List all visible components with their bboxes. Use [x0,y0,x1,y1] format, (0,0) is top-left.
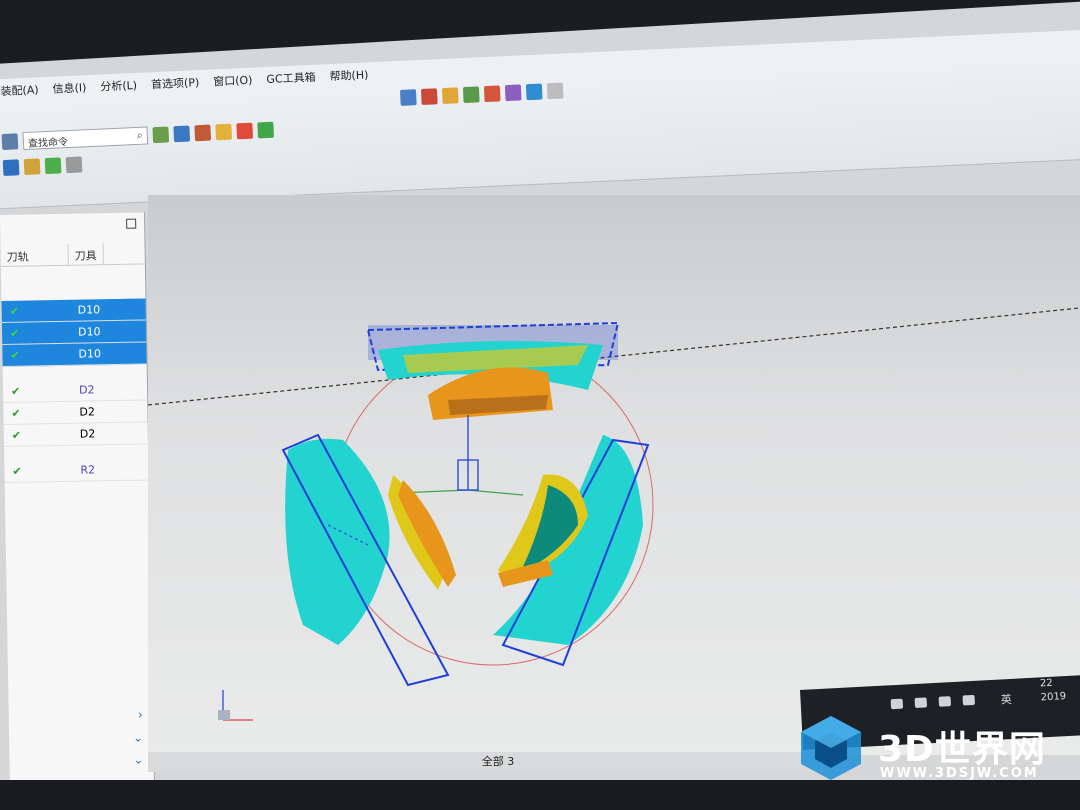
tool-name: R2 [80,463,96,477]
operation-row[interactable]: ✔ D2 [3,400,148,425]
taskbar-clock[interactable]: 22 2019 [1040,676,1067,705]
people-icon[interactable] [890,698,904,710]
menu-help[interactable]: 帮助(H) [329,66,369,84]
command-search-input[interactable]: 查找命令 ⌕ [22,126,149,151]
menu-assembly[interactable]: 装配(A) [0,81,39,99]
watermark-url: WWW.3DSJW.COM [880,766,1039,781]
operation-row[interactable]: ✔ D10 [1,320,147,345]
ime-indicator[interactable]: 英 [1000,691,1012,708]
check-icon: ✔ [9,304,20,318]
scroll-right-icon[interactable]: › [138,708,143,722]
cube-logo-icon [801,716,861,780]
top-fixture [366,321,620,420]
machine-view-icon[interactable] [2,159,20,177]
column-toolpath[interactable]: 刀轨 [0,243,69,266]
toolbar-row-1 [399,80,564,109]
menu-analysis[interactable]: 分析(L) [100,77,137,95]
operation-row[interactable]: ✔ D10 [2,342,147,367]
check-icon: ✔ [11,428,22,442]
view-triad-icon [218,690,253,721]
graphics-window[interactable] [147,195,1080,755]
check-icon: ✔ [9,326,20,340]
cam-model-view [147,304,1080,721]
create-program-icon[interactable] [152,126,170,144]
filter-icon[interactable] [462,86,480,104]
check-icon: ✔ [10,348,20,362]
shop-doc-icon[interactable] [44,157,62,175]
close-icon[interactable] [546,82,564,100]
tool-name: D10 [77,303,101,317]
chevron-down-icon[interactable]: ⌄ [133,753,143,767]
battery-icon[interactable] [938,696,952,707]
verify-path-icon[interactable] [257,121,275,139]
chevron-down-icon[interactable]: ⌄ [133,731,143,745]
monitor-bezel [0,780,1080,810]
tool-name: D2 [79,405,96,419]
create-tool-icon[interactable] [173,125,191,143]
operation-row[interactable]: ✔ D2 [3,422,149,447]
view-icon[interactable] [399,89,417,106]
left-part [281,433,456,687]
generate-path-icon[interactable] [236,122,254,140]
toolbar-row-2: 查找命令 ⌕ [1,119,275,153]
postprocess-icon[interactable] [23,158,41,176]
work-csys [397,415,524,496]
operation-icon[interactable] [65,156,83,174]
column-tool[interactable]: 刀具 [68,243,104,265]
tool-name: D10 [77,325,101,339]
right-part [493,435,650,667]
panel-maximize-icon[interactable] [126,218,137,229]
volume-icon[interactable] [962,694,976,706]
tool-name: D10 [78,347,102,361]
operation-row[interactable]: ✔ D2 [2,378,148,403]
operation-row[interactable]: ✔ D10 [1,298,146,323]
create-method-icon[interactable] [215,123,233,141]
check-icon: ✔ [10,384,21,398]
create-geometry-icon[interactable] [194,124,212,142]
menu-window[interactable]: 窗口(O) [213,72,253,90]
toolbar-row-3 [2,153,83,179]
tool-name: D2 [78,383,95,397]
navigator-header: 刀轨 刀具 [0,242,145,267]
watermark-title: 3D世界网 [878,729,1046,770]
tool-name: D2 [79,427,96,441]
status-text: 全部 3 [481,755,515,768]
network-icon[interactable] [914,697,928,709]
layer-icon[interactable] [441,87,459,105]
status-bar: 全部 3 [148,752,848,772]
csys-icon[interactable] [525,83,543,101]
selection-filter-icon[interactable] [1,133,19,151]
operation-row[interactable]: ✔ R2 [4,458,149,483]
orient-icon[interactable] [504,84,522,102]
check-icon: ✔ [12,464,22,478]
operation-navigator: 刀轨 刀具 ✔ D10 ✔ D10 ✔ D10 ✔ D2 ✔ D2 ✔ D2 ✔… [0,212,155,785]
system-tray [890,694,976,710]
measure-icon[interactable] [483,85,501,103]
monitor-screen: 装配(A) 信息(I) 分析(L) 首选项(P) 窗口(O) GC工具箱 帮助(… [0,0,1080,810]
snap-icon[interactable] [420,88,438,105]
menu-info[interactable]: 信息(I) [52,79,87,97]
check-icon: ✔ [11,406,21,420]
search-icon[interactable]: ⌕ [136,129,143,143]
